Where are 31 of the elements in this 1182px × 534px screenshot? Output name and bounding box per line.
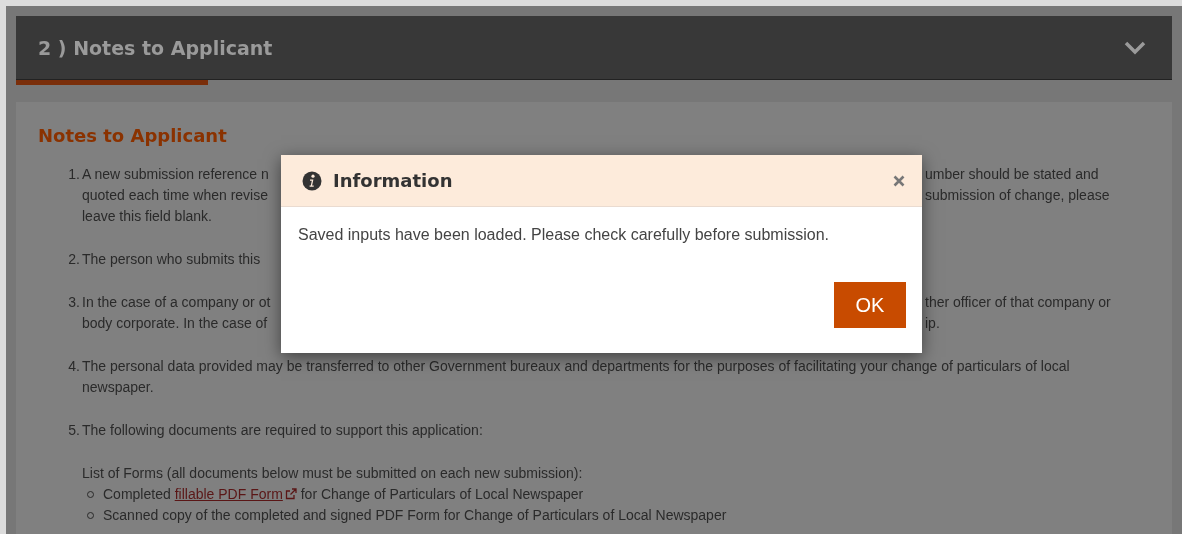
chevron-down-icon[interactable] [1124,40,1146,55]
note-text: quoted each time when revise [82,186,268,205]
note-text: The personal data provided may be transferred to other Government bureaux and departments for the purposes of facilitating your change of particulars of local newspaper. [82,357,1071,397]
note-text: The person who submits this [82,250,261,269]
list-number: 4. [67,357,80,376]
note-text: A new submission reference n [82,165,269,184]
note-text: umber should be stated and [925,165,1099,184]
note-text: The following documents are required to support this application: [82,421,484,440]
notes-heading: Notes to Applicant [38,124,228,148]
close-icon[interactable] [893,174,905,187]
note-text: ip. [925,314,940,333]
list-title: List of Forms (all documents below must be submitted on each new submission): [82,464,584,483]
list-number: 3. [67,293,80,312]
note-text: In the case of a company or ot [82,293,271,312]
section-header[interactable]: 2 ) Notes to Applicant [16,16,1172,80]
bullet-text: Completed fillable PDF Form for Change of Particulars of Local Newspaper [103,485,584,504]
note-text: submission of change, please [925,186,1110,205]
list-number: 2. [67,250,80,269]
list-number: 5. [67,421,80,440]
dialog-title: Information [333,170,454,191]
ok-button[interactable]: OK [834,282,906,328]
note-text: ther officer of that company or [925,293,1111,312]
pdf-form-link[interactable]: fillable PDF Form [174,486,297,502]
note-text: body corporate. In the case of [82,314,268,333]
dialog-message: Saved inputs have been loaded. Please check carefully before submission. [297,225,830,245]
section-title: 2 ) Notes to Applicant [38,36,273,59]
external-link-icon [284,488,297,500]
info-icon [302,170,322,191]
note-text: leave this field blank. [82,207,212,226]
bullet-text: Scanned copy of the completed and signed PDF Form for Change of Particulars of Local Newspaper [103,506,727,525]
list-number: 1. [67,165,80,184]
